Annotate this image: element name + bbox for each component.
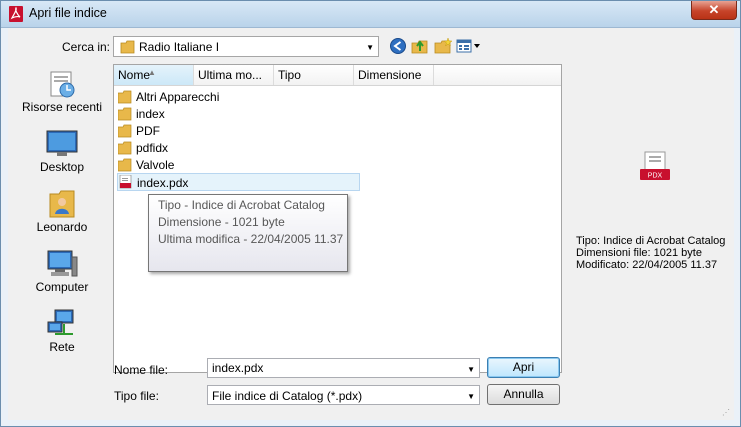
tooltip-modified: Ultima modifica - 22/04/2005 11.37	[158, 232, 344, 246]
list-item-folder[interactable]: PDF	[118, 123, 278, 139]
place-label: Leonardo	[36, 220, 88, 234]
views-menu-icon[interactable]	[456, 37, 482, 55]
back-icon[interactable]	[388, 37, 408, 55]
computer-icon	[45, 248, 79, 280]
place-desktop[interactable]: Desktop	[12, 128, 112, 174]
look-in-label: Cerca in:	[62, 40, 111, 54]
network-icon	[45, 308, 79, 340]
sort-ascending-icon: ▲	[148, 68, 156, 77]
list-item-folder[interactable]: index	[118, 106, 278, 122]
column-header-row: ▲ Nome Ultima mo... Tipo Dimensione	[114, 65, 561, 86]
folder-icon	[118, 141, 132, 155]
new-folder-icon[interactable]	[433, 37, 453, 55]
place-label: Computer	[35, 280, 89, 294]
recent-places-icon	[45, 68, 79, 100]
open-index-dialog: Apri file indice ✕ Cerca in: Radio Itali…	[0, 0, 741, 427]
file-tooltip: Tipo - Indice di Acrobat Catalog Dimensi…	[148, 194, 348, 272]
open-button[interactable]: Apri	[487, 357, 560, 378]
preview-modified: Modificato: 22/04/2005 11.37	[576, 259, 718, 271]
window-title: Apri file indice	[29, 6, 107, 20]
filename-input[interactable]: index.pdx ▼	[207, 358, 480, 378]
acrobat-app-icon	[9, 6, 23, 22]
place-label: Desktop	[39, 160, 85, 174]
column-header-type[interactable]: Tipo	[274, 65, 354, 85]
look-in-value: Radio Italiane I	[139, 40, 220, 54]
pdx-file-preview-icon: PDX	[640, 151, 670, 180]
list-item-folder[interactable]: Valvole	[118, 157, 278, 173]
folder-icon	[118, 107, 132, 121]
folder-icon	[118, 158, 132, 172]
list-item-file-selected[interactable]: index.pdx	[117, 173, 360, 191]
filetype-label: Tipo file:	[114, 389, 159, 403]
place-label: Rete	[49, 340, 75, 354]
resize-grip-icon[interactable]: ⋰	[722, 408, 732, 418]
tooltip-size: Dimensione - 1021 byte	[158, 215, 285, 229]
cancel-button[interactable]: Annulla	[487, 384, 560, 405]
place-computer[interactable]: Computer	[12, 248, 112, 294]
column-header-size[interactable]: Dimensione	[354, 65, 434, 85]
places-bar: Risorse recenti Desktop Leonardo Compute…	[12, 64, 112, 384]
folder-icon	[118, 90, 132, 104]
chevron-down-icon: ▼	[467, 392, 475, 401]
list-item-folder[interactable]: pdfidx	[118, 140, 278, 156]
place-network[interactable]: Rete	[12, 308, 112, 354]
user-folder-icon	[45, 188, 79, 220]
chevron-down-icon: ▼	[366, 43, 374, 52]
list-item-folder[interactable]: Altri Apparecchi	[118, 89, 278, 105]
up-folder-icon[interactable]	[410, 37, 430, 55]
filetype-dropdown[interactable]: File indice di Catalog (*.pdx) ▼	[207, 385, 480, 405]
folder-icon	[120, 40, 135, 54]
dialog-body: Cerca in: Radio Italiane I ▼ Risorse rec…	[8, 28, 734, 420]
chevron-down-icon[interactable]: ▼	[467, 365, 475, 374]
place-label: Risorse recenti	[21, 100, 103, 114]
close-icon: ✕	[708, 2, 720, 17]
preview-icon-label: PDX	[648, 173, 663, 180]
column-header-modified[interactable]: Ultima mo...	[194, 65, 274, 85]
place-recent[interactable]: Risorse recenti	[12, 68, 112, 114]
title-bar[interactable]: Apri file indice ✕	[1, 1, 740, 28]
look-in-dropdown[interactable]: Radio Italiane I ▼	[113, 36, 379, 57]
pdx-file-icon	[119, 175, 132, 189]
preview-type: Tipo: Indice di Acrobat Catalog	[576, 235, 726, 247]
desktop-icon	[45, 128, 79, 160]
preview-details: Tipo: Indice di Acrobat Catalog Dimensio…	[576, 235, 725, 271]
close-button[interactable]: ✕	[691, 1, 737, 20]
preview-size: Dimensioni file: 1021 byte	[576, 247, 702, 259]
place-user[interactable]: Leonardo	[12, 188, 112, 234]
folder-icon	[118, 124, 132, 138]
tooltip-type: Tipo - Indice di Acrobat Catalog	[158, 198, 325, 212]
filename-label: Nome file:	[114, 363, 169, 377]
column-header-name[interactable]: ▲ Nome	[114, 65, 194, 85]
